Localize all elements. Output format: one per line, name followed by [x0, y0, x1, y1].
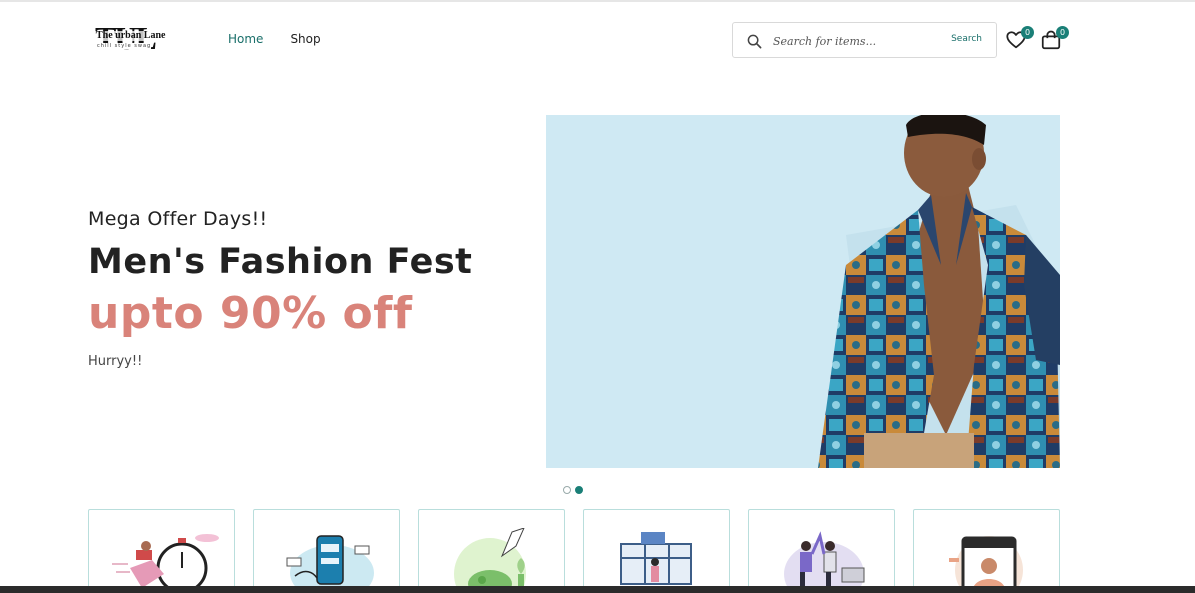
feature-card[interactable]: [913, 509, 1060, 593]
feature-card[interactable]: [583, 509, 730, 593]
nav-item-shop[interactable]: Shop: [290, 32, 320, 46]
logo-tagline: chill style swag: [97, 43, 152, 49]
feature-card[interactable]: [748, 509, 895, 593]
fast-delivery-illustration: [112, 534, 219, 593]
search-icon: [747, 34, 762, 49]
customer-support-illustration: [784, 531, 865, 593]
logo-brand-name: The urban Lane: [95, 30, 167, 41]
slider-dot-2[interactable]: [575, 486, 583, 494]
hero-headline: Men's Fashion Fest: [88, 242, 473, 282]
man-in-patterned-shirt-photo: [546, 115, 1060, 468]
video-consultation-illustration: [949, 536, 1023, 593]
bottom-edge-bar: [0, 586, 1195, 593]
hero-image[interactable]: [546, 115, 1060, 468]
slider-dots: [563, 486, 583, 494]
feature-card[interactable]: [253, 509, 400, 593]
mobile-payment-illustration: [286, 535, 374, 593]
hero-kicker: Mega Offer Days!!: [88, 208, 268, 230]
savings-piggy-bank-illustration: [454, 528, 526, 593]
wishlist-button[interactable]: 0: [1005, 26, 1034, 51]
cart-count-badge: 0: [1056, 26, 1069, 39]
search-button[interactable]: Search: [951, 34, 982, 44]
nav-item-home[interactable]: Home: [228, 32, 263, 46]
search-bar: Search: [732, 22, 997, 58]
search-input[interactable]: [773, 32, 933, 50]
site-logo[interactable]: TUL The urban Lane chill style swag: [95, 22, 175, 56]
slider-dot-1[interactable]: [563, 486, 571, 494]
feature-card[interactable]: [88, 509, 235, 593]
feature-cards: [88, 509, 1060, 593]
hero-subtext: Hurryy!!: [88, 354, 143, 369]
hero-offer: upto 90% off: [88, 288, 413, 339]
online-store-illustration: [609, 532, 709, 592]
main-nav: Home Shop: [228, 32, 321, 46]
cart-button[interactable]: 0: [1040, 26, 1069, 51]
site-header: TUL The urban Lane chill style swag Home…: [0, 2, 1195, 74]
wishlist-count-badge: 0: [1021, 26, 1034, 39]
feature-card[interactable]: [418, 509, 565, 593]
